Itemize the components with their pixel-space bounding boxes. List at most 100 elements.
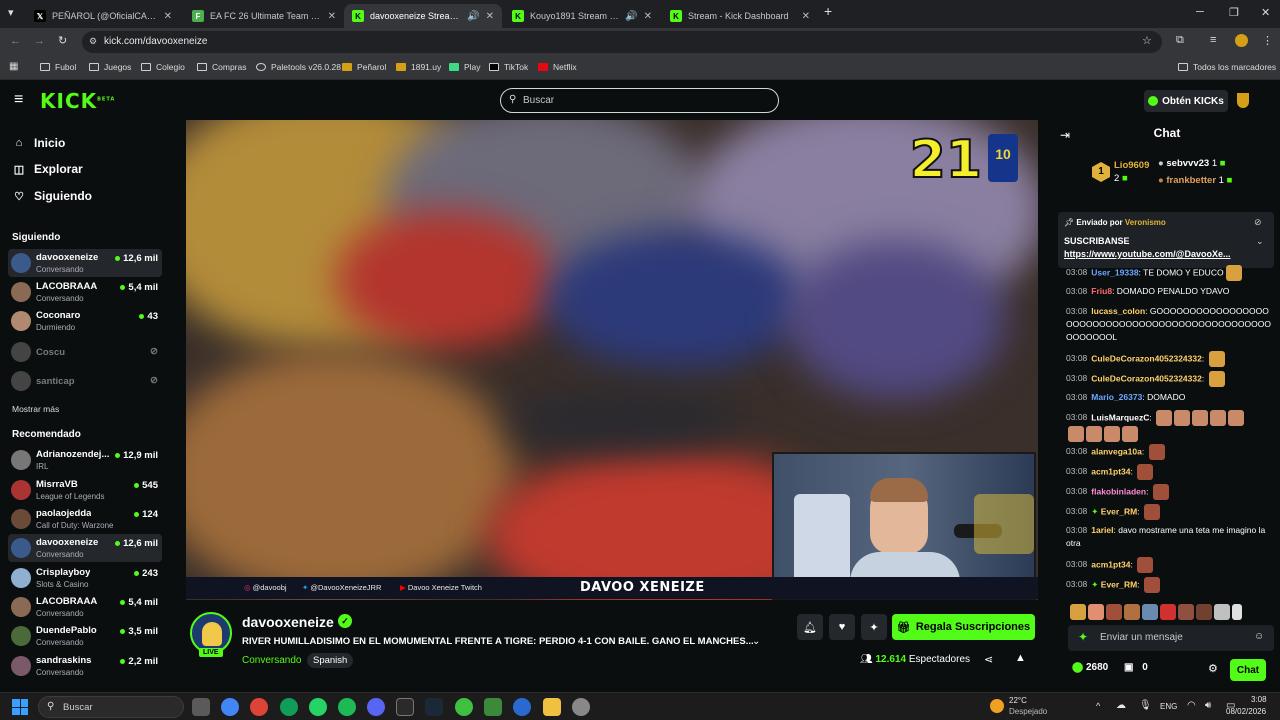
apps-grid-icon[interactable]: ▦ (9, 61, 18, 72)
close-tab-icon[interactable]: ✕ (802, 11, 810, 22)
bookmark-fubol[interactable]: Fubol (40, 62, 76, 72)
minimize-icon[interactable]: ─ (1196, 6, 1204, 18)
tab-penarol-x[interactable]: 𝕏 PEÑAROL (@OficialCAP) / X ✕ (26, 4, 180, 28)
emote-icon[interactable] (1196, 603, 1212, 620)
show-more-link[interactable]: Mostrar más (12, 404, 59, 414)
chrome-profile-icon[interactable] (280, 698, 298, 716)
url-bar[interactable]: ⚙ kick.com/davooxeneize ☆ (82, 31, 1162, 53)
recommended-channel[interactable]: MisrraVB League of Legends 545 (8, 476, 162, 504)
following-channel-davooxeneize[interactable]: davooxeneize Conversando 12,6 mil (8, 249, 162, 277)
edge-icon[interactable] (513, 698, 531, 716)
clock-time[interactable]: 3:08 (1251, 695, 1267, 704)
tab-search-icon[interactable]: ▾ (8, 6, 14, 19)
emote-icon[interactable] (1232, 603, 1242, 620)
follow-button[interactable]: ♥ (829, 614, 855, 640)
language-indicator[interactable]: ENG (1160, 702, 1177, 711)
minecraft-icon[interactable] (484, 698, 502, 716)
settings-icon[interactable] (572, 698, 590, 716)
gift-subscriptions-button[interactable]: 🎁︎ Regala Suscripciones (892, 614, 1035, 640)
pinned-link[interactable]: https://www.youtube.com/@DavooXe... (1064, 249, 1230, 259)
tab-kick-dashboard[interactable]: K Stream - Kick Dashboard ✕ (662, 4, 818, 28)
site-info-icon[interactable]: ⚙ (89, 36, 97, 47)
nav-explorar[interactable]: ◫ Explorar (12, 162, 83, 176)
chevron-down-icon[interactable]: ⌄ (1256, 236, 1264, 247)
new-tab-button[interactable]: + (824, 3, 832, 19)
spotify-icon[interactable] (338, 698, 356, 716)
unpin-icon[interactable]: ⊘ (1254, 217, 1262, 228)
notification-bell-button[interactable]: 🔔︎ (797, 614, 823, 640)
audio-icon[interactable]: 🔊 (467, 11, 479, 22)
user-avatar[interactable] (1237, 93, 1249, 108)
emote-icon[interactable] (1142, 603, 1158, 620)
recommended-channel[interactable]: davooxeneize Conversando 12,6 mil (8, 534, 162, 562)
bookmark-penarol[interactable]: Peñarol (342, 62, 386, 72)
language-tag[interactable]: Spanish (307, 653, 354, 668)
chevron-down-icon[interactable]: ⌄ (752, 636, 760, 647)
clock-date[interactable]: 08/02/2026 (1226, 707, 1266, 716)
top-gifter[interactable]: ● sebvvv23 1 ■ (1158, 158, 1226, 169)
discord-icon[interactable] (367, 698, 385, 716)
bookmark-netflix[interactable]: Netflix (538, 62, 577, 72)
following-channel-lacobraaa[interactable]: LACOBRAAA Conversando 5,4 mil (8, 278, 162, 306)
top-gifter[interactable]: ● frankbetter 1 ■ (1158, 175, 1232, 186)
following-channel-santicap[interactable]: santicap ⊘ (8, 367, 162, 395)
get-kicks-button[interactable]: Obtén KICKs (1144, 90, 1228, 112)
send-chat-button[interactable]: Chat (1230, 659, 1266, 681)
emote-icon[interactable] (1178, 603, 1194, 620)
profile-avatar[interactable] (1235, 34, 1248, 47)
windows-start-icon[interactable] (12, 699, 28, 715)
wifi-icon[interactable]: ◠ (1187, 700, 1196, 711)
emote-icon[interactable] (1106, 603, 1122, 620)
gift-count[interactable]: ▣ 0 (1124, 662, 1148, 673)
share-icon[interactable]: ⋖ (984, 653, 993, 666)
taskbar-search[interactable]: ⚲ Buscar (38, 696, 184, 718)
close-tab-icon[interactable]: ✕ (164, 11, 172, 22)
tab-ea-fc[interactable]: F EA FC 26 Ultimate Team Prices ✕ (184, 4, 344, 28)
close-tab-icon[interactable]: ✕ (328, 11, 336, 22)
whatsapp-icon[interactable] (309, 698, 327, 716)
all-bookmarks[interactable]: Todos los marcadores (1178, 62, 1276, 72)
tray-chevron-icon[interactable]: ^ (1096, 701, 1100, 711)
emote-icon[interactable] (1160, 603, 1176, 620)
emote-icon[interactable] (1124, 603, 1140, 620)
sparkle-icon[interactable]: ✦ (1078, 630, 1088, 644)
channel-points[interactable]: ⬤ 2680 (1072, 662, 1108, 673)
reload-icon[interactable]: ↻ (58, 34, 67, 47)
epic-games-icon[interactable] (396, 698, 414, 716)
bookmark-juegos[interactable]: Juegos (89, 62, 131, 72)
bookmark-colegio[interactable]: Colegio (141, 62, 185, 72)
chat-settings-icon[interactable]: ⚙ (1208, 662, 1218, 675)
top-gifter[interactable]: Lio9609 (1114, 160, 1149, 171)
bookmark-star-icon[interactable]: ☆ (1142, 34, 1152, 47)
recommended-channel[interactable]: paolaojedda Call of Duty: Warzone 124 (8, 505, 162, 533)
stream-category[interactable]: Conversando (242, 655, 301, 666)
bookmark-1891uy[interactable]: 1891.uy (396, 62, 441, 72)
close-tab-icon[interactable]: ✕ (486, 11, 494, 22)
network-tray-icon[interactable]: ☁ (1116, 700, 1126, 711)
browser-menu-icon[interactable]: ⋮ (1262, 34, 1273, 47)
recommended-channel[interactable]: Adrianozendej... IRL 12,9 mil (8, 446, 162, 474)
emoji-picker-icon[interactable]: ☺ (1254, 631, 1264, 642)
chrome-icon[interactable] (221, 698, 239, 716)
tab-davooxeneize[interactable]: K davooxeneize Stream - Watc 🔊 ✕ (344, 4, 502, 28)
steam-icon[interactable] (425, 698, 443, 716)
xbox-icon[interactable] (455, 698, 473, 716)
boost-button[interactable]: ✦ (861, 614, 887, 640)
recommended-channel[interactable]: DuendePablo Conversando 3,5 mil (8, 622, 162, 650)
chat-message-input[interactable]: ✦ Enviar un mensaje ☺ (1068, 625, 1274, 651)
emote-icon[interactable] (1214, 603, 1230, 620)
mic-icon[interactable]: 🎙︎ (1139, 700, 1152, 711)
forward-icon[interactable]: → (34, 35, 45, 47)
report-icon[interactable]: ▲ (1015, 652, 1026, 664)
bookmark-tiktok[interactable]: TikTok (489, 62, 528, 72)
close-window-icon[interactable]: ✕ (1261, 6, 1270, 19)
task-view-icon[interactable] (192, 698, 210, 716)
maximize-icon[interactable]: ❐ (1229, 6, 1239, 19)
back-icon[interactable]: ← (10, 35, 21, 47)
bookmark-play[interactable]: Play (449, 62, 481, 72)
video-player[interactable]: 21 10 ◎ @davoobj ✦ @DavooXeneizeJRR ▶ Da… (186, 120, 1038, 600)
emote-icon[interactable] (1088, 603, 1104, 620)
volume-icon[interactable]: 🔊︎ (1205, 700, 1211, 711)
nav-inicio[interactable]: ⌂ Inicio (12, 136, 66, 150)
audio-icon[interactable]: 🔊 (625, 11, 637, 22)
